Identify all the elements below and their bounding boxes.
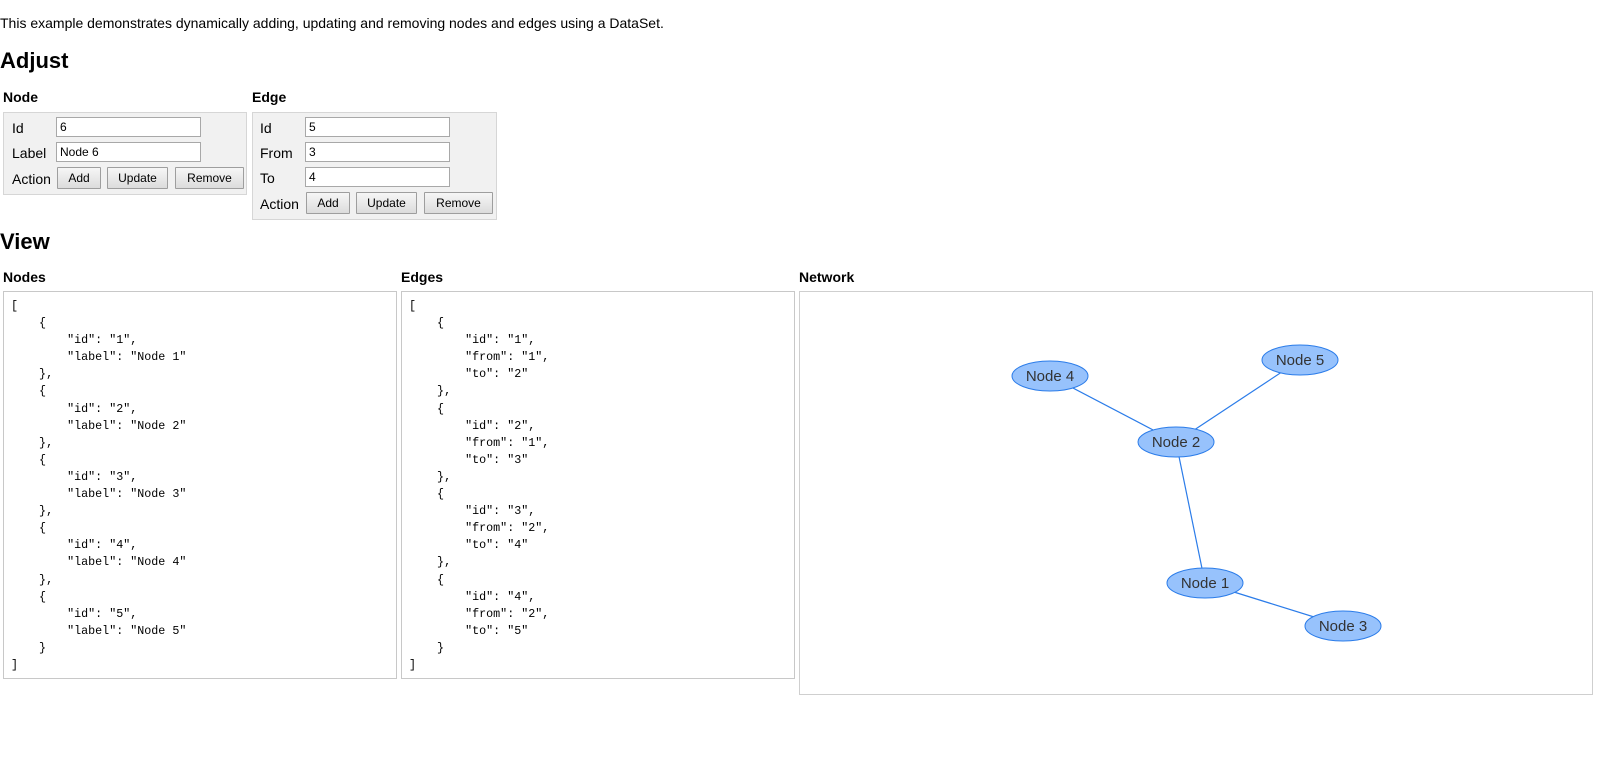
node-add-button[interactable]: Add <box>57 167 101 189</box>
edge-id-input[interactable] <box>305 117 450 137</box>
network-node-3[interactable]: Node 3 <box>1304 610 1382 642</box>
node-id-label: Id <box>12 120 24 136</box>
node-label: Node 5 <box>1276 352 1324 369</box>
node-label: Node 4 <box>1026 368 1074 385</box>
node-label: Node 3 <box>1319 618 1367 635</box>
intro-text: This example demonstrates dynamically ad… <box>0 15 664 31</box>
node-label: Node 1 <box>1181 575 1229 592</box>
node-action-label: Action <box>12 171 51 187</box>
network-node-5[interactable]: Node 5 <box>1261 344 1339 376</box>
network-graph[interactable]: Node 1 Node 2 Node 3 Node 4 Node 5 <box>800 292 1592 694</box>
node-fieldset: Id Label Action Add Update Remove <box>3 112 247 195</box>
nodes-json-view[interactable]: [ { "id": "1", "label": "Node 1" }, { "i… <box>3 291 397 679</box>
node-id-input[interactable] <box>56 117 201 137</box>
edge-to-input[interactable] <box>305 167 450 187</box>
edge-fieldset: Id From To Action Add Update Remove <box>252 112 497 220</box>
edge-to-label: To <box>260 170 275 186</box>
edge-add-button[interactable]: Add <box>306 192 350 214</box>
nodes-view-title: Nodes <box>3 269 46 285</box>
network-node-1[interactable]: Node 1 <box>1166 567 1244 599</box>
edge-update-button[interactable]: Update <box>356 192 417 214</box>
node-label-label: Label <box>12 145 47 161</box>
network-view-title: Network <box>799 269 855 285</box>
edge-remove-button[interactable]: Remove <box>424 192 493 214</box>
network-canvas[interactable]: Node 1 Node 2 Node 3 Node 4 Node 5 <box>799 291 1593 695</box>
node-panel-title: Node <box>3 89 38 105</box>
node-label-input[interactable] <box>56 142 201 162</box>
network-node-4[interactable]: Node 4 <box>1011 360 1089 392</box>
edge-1-2[interactable] <box>1175 441 1206 584</box>
edges-view-title: Edges <box>401 269 444 285</box>
node-update-button[interactable]: Update <box>107 167 168 189</box>
adjust-heading: Adjust <box>0 48 69 73</box>
edge-from-label: From <box>260 145 293 161</box>
edges-json-view[interactable]: [ { "id": "1", "from": "1", "to": "2" },… <box>401 291 795 679</box>
edge-action-label: Action <box>260 196 299 212</box>
node-remove-button[interactable]: Remove <box>175 167 244 189</box>
edge-from-input[interactable] <box>305 142 450 162</box>
edge-panel-title: Edge <box>252 89 287 105</box>
network-node-2[interactable]: Node 2 <box>1137 426 1215 458</box>
node-label: Node 2 <box>1152 434 1200 451</box>
edge-id-label: Id <box>260 120 272 136</box>
view-heading: View <box>0 229 50 254</box>
